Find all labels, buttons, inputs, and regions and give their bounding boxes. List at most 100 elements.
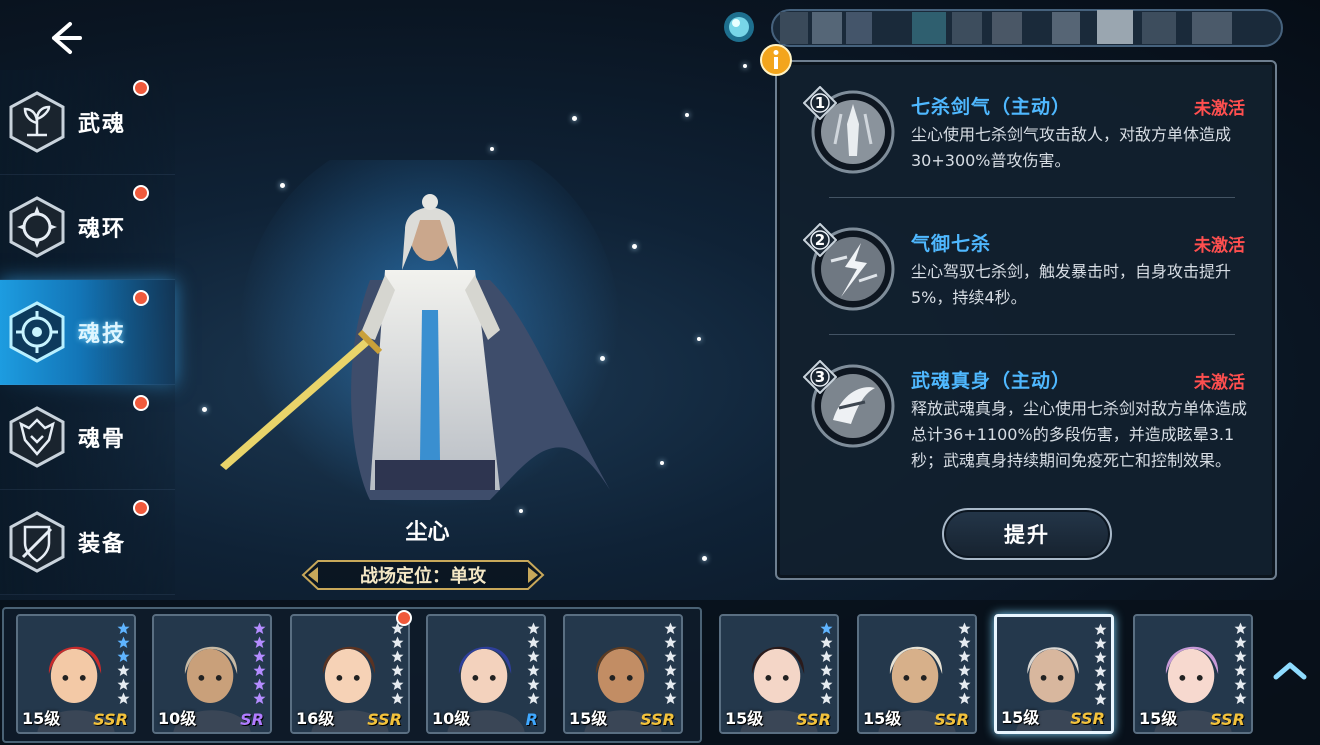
rarity-badge: SSR <box>1210 710 1245 729</box>
notification-dot <box>133 290 149 306</box>
skill-status: 未激活 <box>1194 373 1245 393</box>
notification-dot <box>133 80 149 96</box>
rarity-badge: SR <box>240 710 264 729</box>
bone-crest-icon <box>8 405 66 469</box>
star-icon <box>664 690 677 704</box>
hero-card[interactable]: 15级 SSR <box>994 614 1114 734</box>
star-rating <box>253 620 267 704</box>
skill-description: 尘心驾驭七杀剑，触发暴击时，自身攻击提升5%，持续4秒。 <box>911 262 1232 307</box>
sidebar-item-label: 武魂 <box>78 112 127 137</box>
sidebar-item-hunhuan[interactable]: 魂环 <box>0 175 175 280</box>
star-icon <box>820 634 833 648</box>
star-icon <box>253 620 266 634</box>
star-icon <box>391 676 404 690</box>
target-icon <box>8 300 66 364</box>
star-icon <box>958 662 971 676</box>
star-icon <box>117 648 130 662</box>
notification-dot <box>133 500 149 516</box>
chevron-up-icon <box>1273 662 1307 680</box>
star-rating <box>391 620 405 704</box>
divider <box>829 334 1235 335</box>
rarity-badge: R <box>525 710 538 729</box>
star-icon <box>253 676 266 690</box>
star-icon <box>117 634 130 648</box>
star-icon <box>253 690 266 704</box>
sidebar-item-wuhun[interactable]: 武魂 <box>0 70 175 175</box>
star-icon <box>1094 635 1107 649</box>
sidebar-item-label: 装备 <box>78 532 127 557</box>
skill-row[interactable]: 1 七杀剑气（主动） 未激活 尘心使用七杀剑气攻击敌人，对敌方单体造成30+30… <box>789 62 1265 198</box>
hero-card[interactable]: 10级 R <box>426 614 546 734</box>
star-icon <box>527 676 540 690</box>
star-icon <box>820 620 833 634</box>
star-rating <box>527 620 541 704</box>
sidebar-item-hungu[interactable]: 魂骨 <box>0 385 175 490</box>
expand-roster-button[interactable] <box>1270 655 1310 685</box>
upgrade-button[interactable]: 提升 <box>942 508 1112 560</box>
shield-icon <box>8 510 66 574</box>
sidebar-item-label: 魂骨 <box>78 427 127 452</box>
hero-card[interactable]: 16级 SSR <box>290 614 410 734</box>
star-icon <box>391 662 404 676</box>
star-icon <box>1234 676 1247 690</box>
sidebar-item-hunji[interactable]: 魂技 <box>0 280 175 385</box>
skill-status: 未激活 <box>1194 99 1245 119</box>
skill-description: 释放武魂真身，尘心使用七杀剑对敌方单体造成总计36+1100%的多段伤害，并造成… <box>911 399 1248 470</box>
star-icon <box>1094 691 1107 705</box>
info-icon[interactable] <box>760 44 792 76</box>
skill-title: 武魂真身（主动） <box>911 370 1072 392</box>
bg-star <box>660 461 664 465</box>
character-name: 尘心 <box>405 520 450 545</box>
bg-star <box>572 116 577 121</box>
hero-level: 15级 <box>863 709 902 728</box>
hero-level: 15级 <box>725 709 764 728</box>
skill-number-badge: 2 <box>803 223 837 257</box>
bg-star <box>743 64 747 68</box>
star-icon <box>1234 620 1247 634</box>
star-icon <box>664 662 677 676</box>
star-rating <box>820 620 834 704</box>
bg-star <box>490 147 494 151</box>
star-icon <box>820 676 833 690</box>
star-icon <box>527 648 540 662</box>
skill-number-badge: 3 <box>803 360 837 394</box>
hero-card[interactable]: 15级 SSR <box>16 614 136 734</box>
role-label: 战场定位：单攻 <box>360 566 486 587</box>
star-icon <box>391 648 404 662</box>
notification-dot <box>133 185 149 201</box>
hero-level: 15级 <box>1001 708 1040 727</box>
star-icon <box>527 662 540 676</box>
hero-level: 10级 <box>432 709 471 728</box>
rarity-badge: SSR <box>640 710 675 729</box>
rarity-badge: SSR <box>93 710 128 729</box>
rarity-badge: SSR <box>1070 709 1105 728</box>
star-rating <box>1234 620 1248 704</box>
bg-star <box>702 556 707 561</box>
star-icon <box>527 634 540 648</box>
star-icon <box>527 690 540 704</box>
skill-row[interactable]: 3 武魂真身（主动） 未激活 释放武魂真身，尘心使用七杀剑对敌方单体造成总计36… <box>789 336 1265 490</box>
hero-card[interactable]: 15级 SSR <box>1133 614 1253 734</box>
hero-card[interactable]: 15级 SSR <box>719 614 839 734</box>
skill-number: 3 <box>814 368 826 386</box>
skill-row[interactable]: 2 气御七杀 未激活 尘心驾驭七杀剑，触发暴击时，自身攻击提升5%，持续4秒。 <box>789 199 1265 335</box>
star-icon <box>1094 621 1107 635</box>
skill-number: 2 <box>814 231 826 249</box>
hero-card[interactable]: 15级 SSR <box>563 614 683 734</box>
hero-level: 15级 <box>22 709 61 728</box>
sidebar-item-zhuangbei[interactable]: 装备 <box>0 490 175 595</box>
role-plate: 战场定位：单攻 <box>300 558 546 592</box>
star-icon <box>1234 690 1247 704</box>
back-button[interactable] <box>40 18 88 58</box>
ring-icon <box>8 195 66 259</box>
character-model <box>220 160 620 530</box>
star-icon <box>820 648 833 662</box>
hero-card[interactable]: 10级 SR <box>152 614 272 734</box>
star-icon <box>117 620 130 634</box>
resource-bar <box>722 8 1287 48</box>
rarity-badge: SSR <box>367 710 402 729</box>
skills-panel: 1 七杀剑气（主动） 未激活 尘心使用七杀剑气攻击敌人，对敌方单体造成30+30… <box>775 60 1277 580</box>
hero-card[interactable]: 15级 SSR <box>857 614 977 734</box>
star-rating <box>958 620 972 704</box>
sidebar-nav: 武魂 魂环 魂技 魂骨 装备 <box>0 70 175 595</box>
